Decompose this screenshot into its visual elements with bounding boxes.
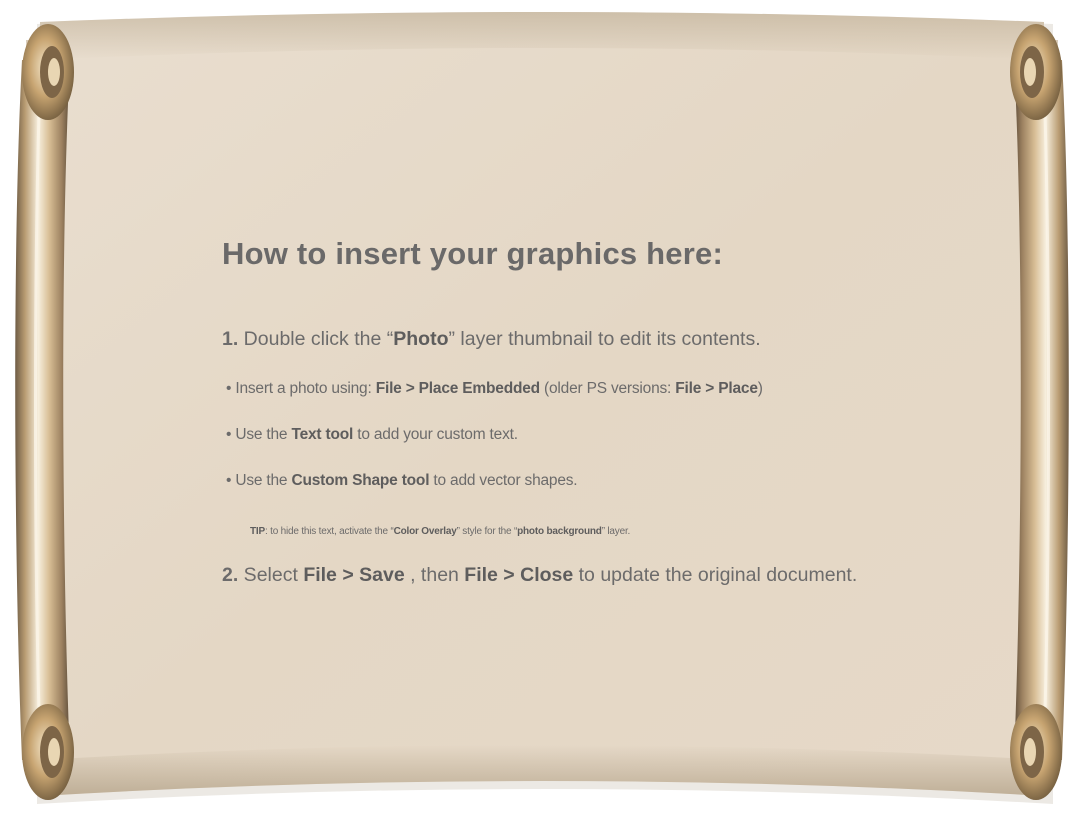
step-1-text-b: ” layer thumbnail to edit its contents. — [448, 328, 761, 350]
scroll-canvas: How to insert your graphics here: 1. Dou… — [0, 0, 1084, 814]
tip-bold-b: photo background — [517, 526, 602, 537]
parchment-scroll-graphic — [15, 12, 1069, 804]
bullet-1-bold-a: File > Place Embedded — [375, 380, 540, 397]
parchment-sheet — [40, 12, 1044, 796]
instructions-block: How to insert your graphics here: 1. Dou… — [222, 236, 982, 586]
step-1-text-a: Double click the “ — [238, 328, 394, 350]
step-2-bold-b: File > Close — [464, 564, 574, 586]
bullet-1-suffix: ) — [757, 380, 763, 397]
step-1: 1. Double click the “Photo” layer thumbn… — [222, 328, 761, 351]
bullet-3-suffix: to add vector shapes. — [429, 472, 578, 489]
bullet-1-bold-b: File > Place — [675, 380, 758, 397]
bullet-1-mid: (older PS versions: — [539, 380, 676, 397]
step-1-bold-a: Photo — [393, 328, 449, 350]
instructions-heading: How to insert your graphics here: — [222, 236, 723, 271]
bullet-text-tool: • Use the Text tool to add your custom t… — [226, 426, 518, 444]
bullet-2-prefix: • Use the — [226, 426, 292, 443]
step-1-number: 1. — [222, 328, 239, 350]
tip-bold-a: Color Overlay — [393, 526, 457, 537]
bullet-3-prefix: • Use the — [226, 472, 292, 489]
tip-text-b: ” style for the “ — [456, 526, 518, 537]
bullet-custom-shape: • Use the Custom Shape tool to add vecto… — [226, 472, 578, 490]
bullet-1-prefix: • Insert a photo using: — [226, 380, 376, 397]
step-2: 2. Select File > Save , then File > Clos… — [222, 564, 857, 587]
step-2-text-a: Select — [238, 564, 304, 586]
bullet-3-bold-a: Custom Shape tool — [291, 472, 430, 489]
step-2-bold-a: File > Save — [303, 564, 405, 586]
tip-text-a: : to hide this text, activate the “ — [264, 526, 394, 537]
bullet-insert-photo: • Insert a photo using: File > Place Emb… — [226, 380, 763, 398]
step-2-text-c: to update the original document. — [573, 564, 858, 586]
tip-note: TIP: to hide this text, activate the “Co… — [250, 526, 630, 537]
tip-label: TIP — [250, 526, 265, 537]
step-2-number: 2. — [222, 564, 239, 586]
step-2-text-b: , then — [404, 564, 465, 586]
bullet-2-bold-a: Text tool — [291, 426, 354, 443]
bullet-2-suffix: to add your custom text. — [353, 426, 518, 443]
tip-text-c: ” layer. — [601, 526, 631, 537]
